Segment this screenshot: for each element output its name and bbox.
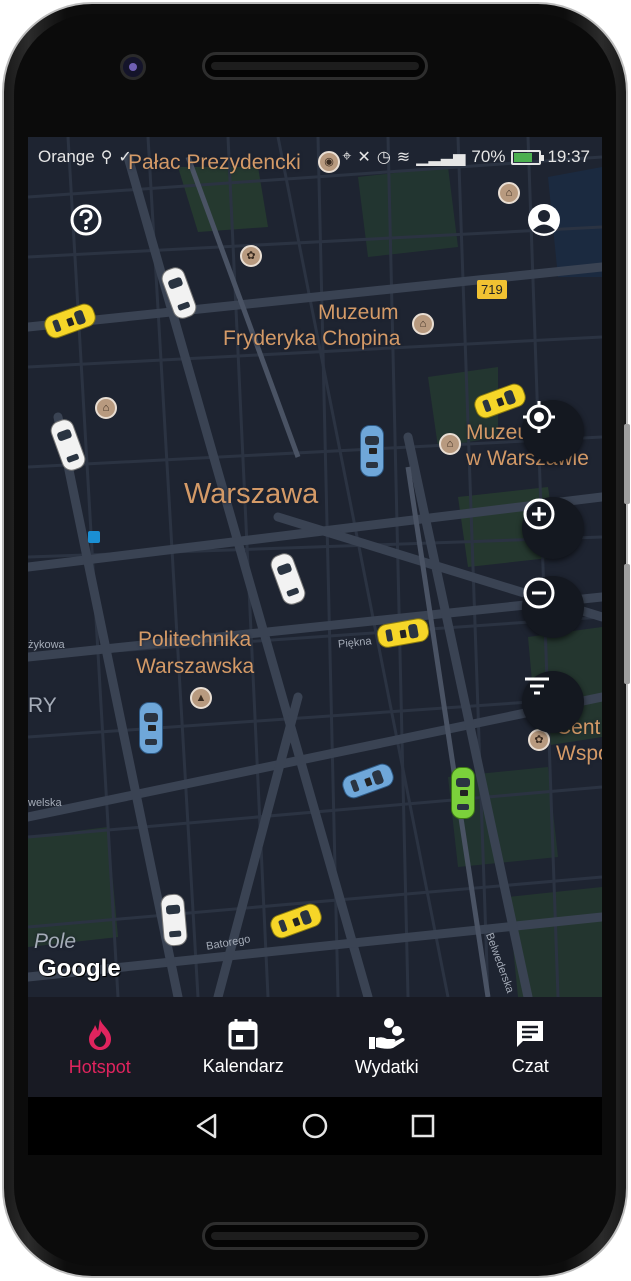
wifi-icon: ≋ bbox=[396, 149, 411, 166]
zoom-out-button[interactable] bbox=[522, 576, 584, 638]
help-circle-icon[interactable] bbox=[69, 203, 103, 237]
mute-icon: ✕ bbox=[357, 149, 371, 166]
clock: 19:37 bbox=[547, 147, 590, 166]
bus-stop-icon[interactable] bbox=[88, 531, 100, 543]
screen: Pałac Prezydencki Muzeum Fryderyka Chopi… bbox=[28, 137, 602, 1155]
map-label-right-partial-2: Wspo bbox=[556, 742, 602, 765]
map-label-museum-chopin-1: Muzeum bbox=[318, 301, 399, 324]
road-number-sign: 719 bbox=[477, 280, 507, 299]
google-attribution: Google bbox=[38, 955, 121, 982]
alarm-icon: ◷ bbox=[376, 149, 391, 166]
map-label-poli-1: Politechnika bbox=[138, 628, 252, 651]
bottom-navigation: Hotspot Kalendarz Wydatki Czat bbox=[28, 997, 602, 1097]
front-camera bbox=[120, 54, 146, 80]
map-label-city: Warszawa bbox=[184, 478, 319, 510]
tab-hotspot-label: Hotspot bbox=[68, 1056, 131, 1077]
status-bar: Orange ⚲ ✓ ⌖ ✕ ◷ ≋ ▁▂▃▅ 70% 19:37 bbox=[28, 137, 602, 177]
top-speaker bbox=[202, 52, 428, 80]
back-icon[interactable] bbox=[193, 1112, 221, 1140]
battery-icon bbox=[511, 149, 545, 165]
power-button bbox=[624, 564, 630, 684]
taxi-car-icon[interactable] bbox=[360, 425, 384, 477]
plus-circle-icon bbox=[523, 498, 555, 530]
museum-poi-icon[interactable]: ⌂ bbox=[412, 313, 434, 335]
street-label-welska: welska bbox=[28, 797, 62, 809]
tab-czat-label: Czat bbox=[511, 1055, 549, 1076]
bottom-speaker bbox=[202, 1222, 428, 1250]
battery-percent: 70% bbox=[471, 147, 506, 166]
street-label-zykowa: żykowa bbox=[28, 639, 65, 651]
usb-icon: ⚲ bbox=[100, 149, 113, 166]
recents-icon[interactable] bbox=[409, 1112, 437, 1140]
carrier-name: Orange bbox=[38, 147, 95, 166]
map-label-poli-2: Warszawska bbox=[136, 655, 255, 678]
tab-hotspot[interactable]: Hotspot bbox=[28, 997, 172, 1097]
filter-icon bbox=[525, 677, 549, 695]
filter-button[interactable] bbox=[522, 671, 584, 733]
map-label-left-partial: RY bbox=[28, 694, 57, 717]
car-icon[interactable] bbox=[159, 893, 189, 947]
museum-poi-icon[interactable]: ⌂ bbox=[439, 433, 461, 455]
museum-poi-icon[interactable]: ⌂ bbox=[498, 182, 520, 204]
chat-icon bbox=[517, 1020, 544, 1047]
map-roads bbox=[28, 137, 602, 997]
crosshair-icon bbox=[523, 401, 555, 433]
check-icon: ✓ bbox=[118, 149, 132, 166]
tab-kalendarz[interactable]: Kalendarz bbox=[172, 997, 316, 1097]
tab-kalendarz-label: Kalendarz bbox=[202, 1055, 284, 1076]
tab-wydatki-label: Wydatki bbox=[354, 1056, 419, 1077]
museum-poi-icon[interactable]: ⌂ bbox=[95, 397, 117, 419]
map-label-pole: Pole bbox=[34, 930, 77, 953]
locate-button[interactable] bbox=[522, 400, 584, 462]
taxi-car-icon[interactable] bbox=[139, 702, 163, 754]
system-navigation-bar bbox=[28, 1097, 602, 1155]
tab-wydatki[interactable]: Wydatki bbox=[315, 997, 459, 1097]
hand-coins-icon bbox=[368, 1017, 405, 1049]
school-poi-icon[interactable]: ▲ bbox=[190, 687, 212, 709]
status-bar-right: ⌖ ✕ ◷ ≋ ▁▂▃▅ 70% 19:37 bbox=[342, 147, 590, 167]
signal-icon: ▁▂▃▅ bbox=[416, 149, 466, 166]
taxi-car-icon[interactable] bbox=[451, 767, 475, 819]
account-circle-icon[interactable] bbox=[527, 203, 561, 237]
calendar-icon bbox=[228, 1018, 258, 1049]
volume-button bbox=[624, 424, 630, 504]
map-label-museum-chopin-2: Fryderyka Chopina bbox=[223, 327, 401, 350]
palette-poi-icon[interactable]: ✿ bbox=[240, 245, 262, 267]
home-icon[interactable] bbox=[301, 1112, 329, 1140]
location-icon: ⌖ bbox=[342, 148, 352, 165]
flame-icon bbox=[88, 1018, 111, 1050]
minus-circle-icon bbox=[523, 577, 555, 609]
status-bar-left: Orange ⚲ ✓ bbox=[38, 147, 132, 167]
map-view[interactable]: Pałac Prezydencki Muzeum Fryderyka Chopi… bbox=[28, 137, 602, 997]
zoom-in-button[interactable] bbox=[522, 497, 584, 559]
tab-czat[interactable]: Czat bbox=[459, 997, 603, 1097]
